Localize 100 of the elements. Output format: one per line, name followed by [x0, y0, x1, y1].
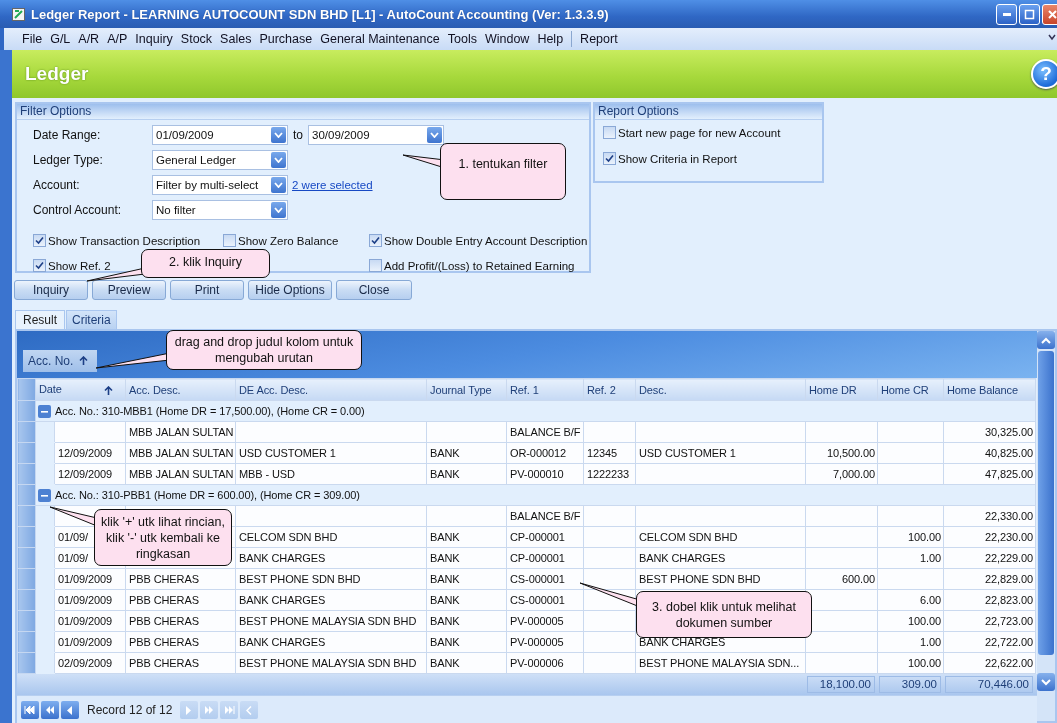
close-button[interactable] [1042, 3, 1057, 25]
check-icon [604, 153, 615, 164]
scroll-up-button[interactable] [1037, 331, 1055, 349]
dropdown-field[interactable]: 30/09/2009 [308, 125, 444, 145]
checkbox-label: Show Double Entry Account Description [384, 234, 588, 247]
caret-icon [274, 182, 283, 188]
minimize-button[interactable] [996, 3, 1017, 25]
checkbox-label: Show Criteria in Report [618, 152, 737, 165]
dropdown-field[interactable]: No filter [152, 200, 288, 220]
dropdown-button[interactable] [271, 202, 286, 218]
field-label: Account: [33, 178, 81, 192]
previous-record-button[interactable] [61, 701, 79, 719]
total-cell: 70,446.00 [945, 676, 1033, 693]
selection-link[interactable]: 2 were selected [292, 179, 373, 191]
checkbox[interactable] [33, 234, 46, 247]
menu-item[interactable]: G/L [46, 32, 75, 46]
row-indicator [17, 442, 36, 464]
caret-icon [1041, 336, 1051, 344]
column-header[interactable]: Journal Type [426, 378, 507, 401]
menu-item[interactable]: Sales [216, 32, 256, 46]
menu-item[interactable]: File [18, 32, 47, 46]
checkbox[interactable] [369, 259, 382, 272]
row-indicator [17, 421, 36, 443]
column-header[interactable]: Ref. 1 [506, 378, 584, 401]
field-label: Control Account: [33, 203, 123, 217]
column-header[interactable]: Home Balance [943, 378, 1036, 401]
field-label: Ledger Type: [33, 153, 104, 167]
checkbox[interactable] [223, 234, 236, 247]
previous-record-icon [67, 705, 73, 715]
callout: 2. klik Inquiry [141, 249, 270, 278]
field-label: Date Range: [33, 128, 102, 142]
row-indicator [17, 526, 36, 548]
row-indicator [17, 547, 36, 569]
group-label: Acc. No.: 310-MBB1 (Home DR = 17,500.00), (Home CR = 0.00) [55, 405, 365, 418]
menu-item[interactable]: Help [533, 32, 568, 46]
checkbox[interactable] [603, 152, 616, 165]
column-header[interactable]: Home DR [805, 378, 878, 401]
check-icon [34, 260, 45, 271]
tab[interactable]: Criteria [66, 310, 117, 329]
dropdown-button[interactable] [427, 127, 442, 143]
maximize-button[interactable] [1019, 3, 1040, 25]
total-cell: 309.00 [879, 676, 941, 693]
column-header[interactable]: Acc. Desc. [125, 378, 236, 401]
menu-item[interactable]: Report [576, 32, 622, 46]
previous-page-button[interactable] [41, 701, 59, 719]
menu-item[interactable]: General Maintenance [316, 32, 444, 46]
tab[interactable]: Result [15, 310, 65, 329]
callout: drag and drop judul kolom untuk mengubah urutan [166, 330, 362, 370]
dropdown-field[interactable]: 01/09/2009 [152, 125, 288, 145]
menu-item[interactable]: Tools [443, 32, 481, 46]
menu-item[interactable]: Window [480, 32, 534, 46]
caret-icon [1041, 678, 1051, 686]
column-header[interactable]: DE Acc. Desc. [235, 378, 427, 401]
dropdown-button[interactable] [271, 127, 286, 143]
callout: 1. tentukan filter [440, 143, 566, 200]
dropdown-button[interactable] [271, 177, 286, 193]
menu-item[interactable]: A/R [74, 32, 104, 46]
action-button[interactable]: Preview [92, 280, 166, 300]
check-icon [34, 235, 45, 246]
row-indicator [17, 610, 36, 632]
callout: 3. dobel klik untuk melihat dokumen sumber [636, 591, 812, 638]
collapse-icon[interactable] [38, 488, 51, 502]
checkbox-label: Start new page for new Account [618, 126, 781, 139]
next-record-icon [186, 705, 193, 715]
window-title: Ledger Report - LEARNING AUTOCOUNT SDN BHD [L1] - AutoCount Accounting (Ver: 1.3.3.9) [31, 6, 610, 22]
caret-icon [430, 132, 439, 138]
menu-item[interactable]: A/P [103, 32, 132, 46]
scroll-thumb[interactable] [1038, 351, 1054, 655]
callout: klik '+' utk lihat rincian, klik '-' utk kembali ke ringkasan [94, 509, 232, 566]
column-header[interactable]: Home CR [877, 378, 944, 401]
row-indicator [17, 568, 36, 590]
row-indicator [17, 378, 36, 401]
menu-item[interactable]: Purchase [255, 32, 317, 46]
column-header[interactable]: Ref. 2 [583, 378, 636, 401]
action-button[interactable]: Hide Options [248, 280, 332, 300]
group-by-chip[interactable]: Acc. No. [23, 350, 98, 372]
field-label: to [292, 128, 304, 142]
menu-item[interactable]: Stock [176, 32, 217, 46]
dropdown-button[interactable] [271, 152, 286, 168]
minimize-icon [1002, 12, 1011, 16]
scroll-down-button[interactable] [1037, 673, 1055, 691]
action-button[interactable]: Close [336, 280, 412, 300]
action-button[interactable]: Inquiry [14, 280, 88, 300]
action-button[interactable]: Print [170, 280, 244, 300]
caret-icon [274, 157, 283, 163]
checkbox[interactable] [369, 234, 382, 247]
checkbox[interactable] [603, 126, 616, 139]
row-indicator [17, 505, 36, 527]
caret-icon [274, 132, 283, 138]
checkbox-label: Show Transaction Description [48, 234, 201, 247]
back-icon [246, 705, 253, 715]
collapse-icon[interactable] [38, 404, 51, 418]
checkbox-label: Show Ref. 2 [48, 259, 111, 272]
dropdown-field[interactable]: Filter by multi-select [152, 175, 288, 195]
first-record-button[interactable] [21, 701, 39, 719]
dropdown-field[interactable]: General Ledger [152, 150, 288, 170]
column-header[interactable]: Desc. [635, 378, 806, 401]
checkbox[interactable] [33, 259, 46, 272]
column-header[interactable]: Date [35, 378, 126, 401]
menu-item[interactable]: Inquiry [131, 32, 177, 46]
